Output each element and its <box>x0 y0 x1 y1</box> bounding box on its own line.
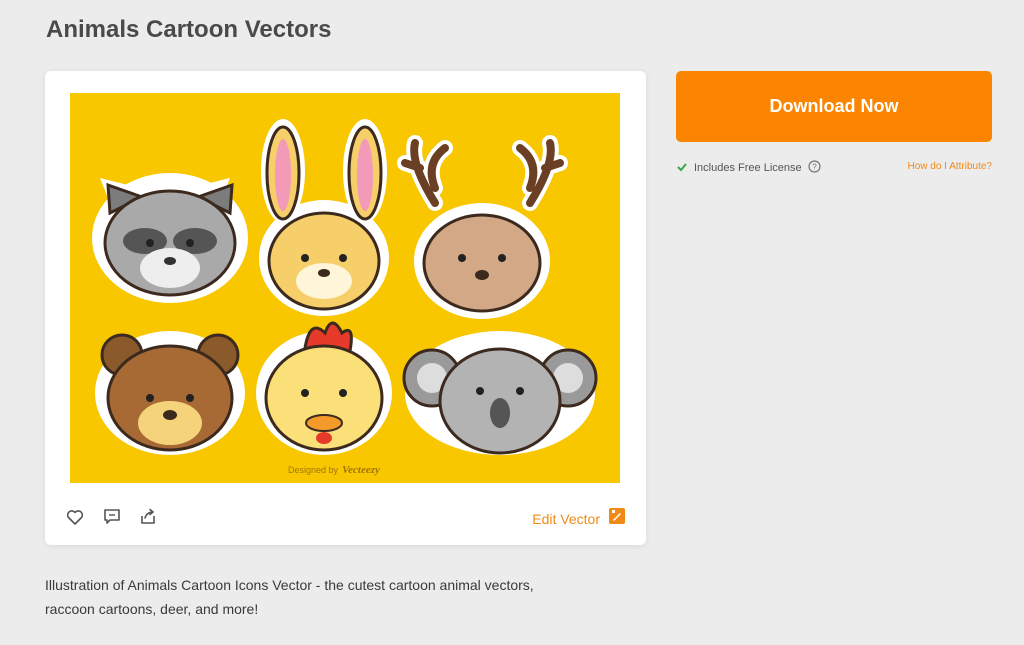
comment-icon[interactable] <box>102 507 122 527</box>
deer-sticker <box>397 135 568 319</box>
bunny-sticker <box>259 119 389 316</box>
license-text: Includes Free License <box>694 162 802 174</box>
license-info: Includes Free License ? <box>676 160 821 176</box>
chick-sticker <box>256 321 392 455</box>
share-icon[interactable] <box>138 507 158 527</box>
license-row: Includes Free License ? How do I Attribu… <box>676 160 992 178</box>
card-toolbar: Edit Vector <box>45 501 646 531</box>
bear-sticker <box>95 331 245 455</box>
edit-vector-label: Edit Vector <box>532 510 600 527</box>
animals-illustration: Designed by Vecteezy <box>92 119 598 476</box>
watermark-brand: Vecteezy <box>342 464 380 476</box>
description: Illustration of Animals Cartoon Icons Ve… <box>45 573 645 621</box>
raccoon-sticker <box>92 173 248 303</box>
attribute-link[interactable]: How do I Attribute? <box>908 161 993 172</box>
info-icon[interactable]: ? <box>808 160 821 176</box>
description-line-1: Illustration of Animals Cartoon Icons Ve… <box>45 577 534 593</box>
checkmark-icon <box>676 161 688 176</box>
koala-sticker <box>402 331 598 455</box>
svg-text:?: ? <box>812 163 817 172</box>
heart-icon[interactable] <box>65 507 85 527</box>
vector-preview-image[interactable]: Designed by Vecteezy <box>70 93 620 483</box>
description-line-2: raccoon cartoons, deer, and more! <box>45 601 259 617</box>
watermark-prefix: Designed by <box>288 465 339 475</box>
page-title: Animals Cartoon Vectors <box>46 16 332 43</box>
edit-vector-button[interactable]: Edit Vector <box>532 507 626 530</box>
download-now-button[interactable]: Download Now <box>676 71 992 142</box>
edit-icon <box>608 507 626 530</box>
vector-card: Designed by Vecteezy Edit Vector <box>45 71 646 545</box>
